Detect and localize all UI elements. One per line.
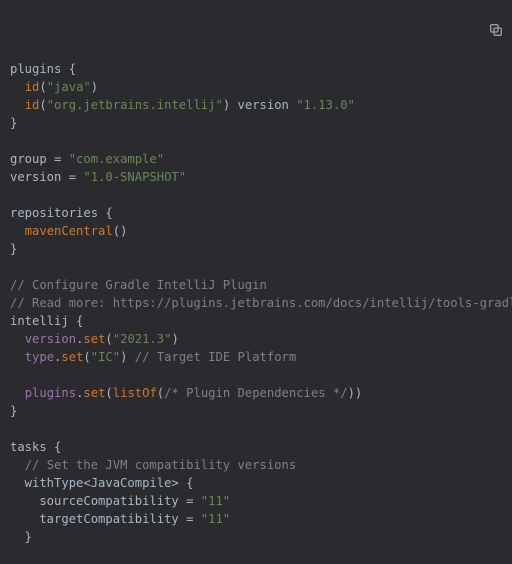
token-punc: ) [120, 350, 135, 364]
code-line: targetCompatibility = "11" [10, 510, 512, 528]
code-line [10, 366, 512, 384]
token-fn: set [83, 332, 105, 346]
code-line: group = "com.example" [10, 150, 512, 168]
token-punc: ( [39, 80, 46, 94]
token-prop: version [25, 332, 76, 346]
token-fn: set [61, 350, 83, 364]
token-kw: } [10, 116, 17, 130]
token-punc: ( [105, 332, 112, 346]
token-prop: plugins [25, 386, 76, 400]
code-line: // Read more: https://plugins.jetbrains.… [10, 294, 512, 312]
token-kw: withType<JavaCompile> { [10, 476, 193, 490]
token-punc: ( [83, 350, 90, 364]
token-kw [10, 80, 25, 94]
code-line [10, 186, 512, 204]
token-kw [10, 368, 17, 382]
code-line: // Configure Gradle IntelliJ Plugin [10, 276, 512, 294]
token-comm: // Target IDE Platform [135, 350, 296, 364]
token-fn: set [83, 386, 105, 400]
token-str: "org.jetbrains.intellij" [47, 98, 223, 112]
token-str: "11" [201, 494, 230, 508]
token-punc: () [113, 224, 128, 238]
token-comm: // Set the JVM compatibility versions [25, 458, 297, 472]
code-line: // Set the JVM compatibility versions [10, 456, 512, 474]
code-line: } [10, 402, 512, 420]
code-line: plugins.set(listOf(/* Plugin Dependencie… [10, 384, 512, 402]
token-str: "1.13.0" [296, 98, 355, 112]
code-line: intellij { [10, 312, 512, 330]
token-punc: ( [105, 386, 112, 400]
code-line: version = "1.0-SNAPSHOT" [10, 168, 512, 186]
token-fn: id [25, 98, 40, 112]
token-punc: )) [348, 386, 363, 400]
token-punc: ) [171, 332, 178, 346]
token-kw: } [10, 530, 32, 544]
code-line: } [10, 528, 512, 546]
token-kw [10, 548, 17, 562]
token-kw [10, 332, 25, 346]
token-comm: // Configure Gradle IntelliJ Plugin [10, 278, 267, 292]
token-kw: plugins { [10, 62, 76, 76]
token-prop: type [25, 350, 54, 364]
token-kw [10, 422, 17, 436]
token-kw: } [10, 242, 17, 256]
token-kw: } [10, 404, 17, 418]
token-str: "11" [201, 512, 230, 526]
token-kw: targetCompatibility = [10, 512, 201, 526]
token-kw: version [238, 98, 297, 112]
token-kw [10, 224, 25, 238]
token-str: "1.0-SNAPSHOT" [83, 170, 186, 184]
token-kw: sourceCompatibility = [10, 494, 201, 508]
token-kw [10, 350, 25, 364]
token-kw: tasks { [10, 440, 61, 454]
token-kw [10, 260, 17, 274]
token-fn: listOf [113, 386, 157, 400]
copy-icon[interactable] [459, 4, 504, 61]
token-kw [10, 386, 25, 400]
code-line: plugins { [10, 60, 512, 78]
token-fn: id [25, 80, 40, 94]
token-str: "IC" [91, 350, 120, 364]
token-punc: ) [223, 98, 238, 112]
code-line: id("org.jetbrains.intellij") version "1.… [10, 96, 512, 114]
code-block: plugins { id("java") id("org.jetbrains.i… [0, 0, 512, 564]
code-line [10, 546, 512, 564]
token-kw [10, 134, 17, 148]
token-punc: ( [39, 98, 46, 112]
token-kw: version = [10, 170, 83, 184]
token-str: "2021.3" [113, 332, 172, 346]
token-kw: group = [10, 152, 69, 166]
token-fn: mavenCentral [25, 224, 113, 238]
code-line: version.set("2021.3") [10, 330, 512, 348]
code-line: sourceCompatibility = "11" [10, 492, 512, 510]
token-kw [10, 98, 25, 112]
token-kw [10, 188, 17, 202]
token-kw: repositories { [10, 206, 113, 220]
code-line: id("java") [10, 78, 512, 96]
code-line: repositories { [10, 204, 512, 222]
token-kw [10, 458, 25, 472]
code-line [10, 132, 512, 150]
code-line: type.set("IC") // Target IDE Platform [10, 348, 512, 366]
code-line: mavenCentral() [10, 222, 512, 240]
token-comm: /* Plugin Dependencies */ [164, 386, 347, 400]
token-comm: // Read more: https://plugins.jetbrains.… [10, 296, 512, 310]
code-line: tasks { [10, 438, 512, 456]
token-str: "com.example" [69, 152, 164, 166]
code-line: } [10, 114, 512, 132]
code-line: } [10, 240, 512, 258]
code-content: plugins { id("java") id("org.jetbrains.i… [10, 60, 512, 564]
token-punc: ) [91, 80, 98, 94]
code-line [10, 420, 512, 438]
token-kw: intellij { [10, 314, 83, 328]
token-str: "java" [47, 80, 91, 94]
code-line [10, 258, 512, 276]
code-line: withType<JavaCompile> { [10, 474, 512, 492]
